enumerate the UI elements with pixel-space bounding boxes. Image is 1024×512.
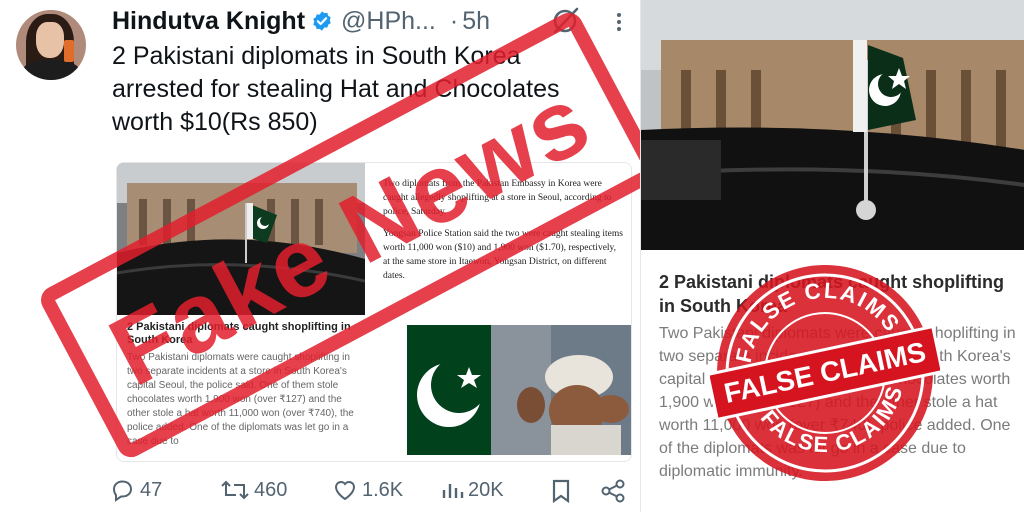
display-name[interactable]: Hindutva Knight: [112, 7, 305, 36]
like-action[interactable]: 1.6K: [332, 478, 403, 502]
verified-badge-icon: [313, 11, 331, 31]
handle[interactable]: @HPh...: [341, 7, 436, 36]
tweet: Hindutva Knight @HPh... · 5h 2 Pakistani…: [0, 0, 664, 512]
avatar-bottle: [64, 40, 74, 62]
media-people-photo[interactable]: [491, 325, 631, 455]
bookmark-icon: [552, 479, 570, 504]
repost-count: 460: [254, 478, 288, 501]
views-icon: [442, 484, 464, 498]
media-pakistan-flag[interactable]: [379, 325, 491, 455]
screenshot-root: Hindutva Knight @HPh... · 5h 2 Pakistani…: [0, 0, 1024, 512]
share-icon: [601, 479, 625, 503]
like-count: 1.6K: [362, 478, 404, 501]
views-count: 20K: [468, 478, 504, 501]
share-action[interactable]: [600, 478, 630, 504]
views-action[interactable]: 20K: [440, 478, 504, 502]
bookmark-action[interactable]: [550, 478, 576, 504]
avatar-face: [36, 22, 64, 58]
false-claims-stamp: FALSE CLAIMS FALSE CLAIMS FALSE CLAIMS: [710, 261, 940, 481]
flag-white-band: [379, 325, 407, 455]
reply-action[interactable]: 47: [110, 478, 162, 502]
reply-count: 47: [140, 478, 163, 501]
heart-icon: [334, 481, 356, 501]
timestamp[interactable]: 5h: [462, 7, 490, 36]
avatar-shirt: [22, 60, 80, 80]
avatar[interactable]: [16, 10, 86, 80]
more-options-icon[interactable]: [614, 10, 624, 40]
separator: ·: [449, 6, 459, 35]
tweet-header: Hindutva Knight @HPh... · 5h: [112, 6, 490, 36]
repost-icon: [221, 480, 249, 500]
tweet-actions: 47 460 1.6K 20K: [110, 478, 630, 508]
repost-action[interactable]: 460: [220, 478, 287, 502]
reply-icon: [112, 480, 133, 502]
crescent-star-icon: [417, 357, 487, 427]
article-photo[interactable]: [641, 0, 1024, 250]
